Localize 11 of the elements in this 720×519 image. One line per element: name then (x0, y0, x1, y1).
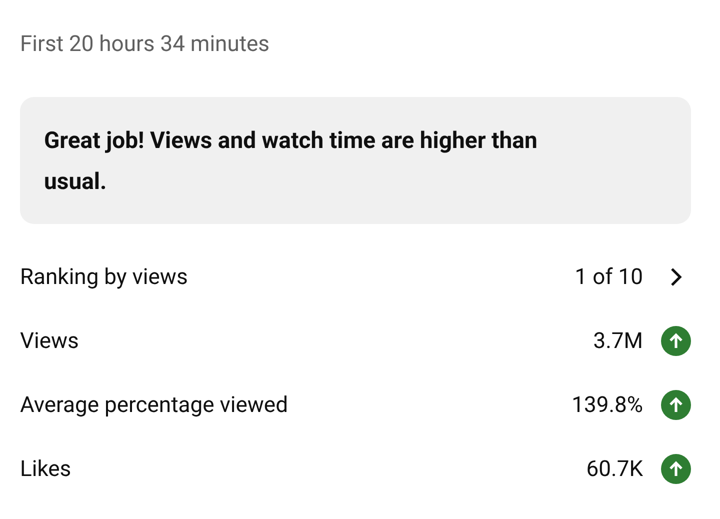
metric-value: 3.7M (593, 328, 643, 356)
metric-label: Likes (20, 456, 72, 484)
metric-value: 139.8% (572, 392, 643, 420)
metric-label: Ranking by views (20, 264, 188, 292)
metric-label: Average percentage viewed (20, 392, 288, 420)
metric-label: Views (20, 328, 79, 356)
period-label: First 20 hours 34 minutes (20, 31, 271, 59)
metric-value: 1 of 10 (574, 264, 643, 292)
message-text: Great job! Views and watch time are higher than usual. (44, 126, 538, 197)
chevron-right-icon (669, 266, 683, 288)
metric-value: 60.7K (586, 456, 643, 484)
